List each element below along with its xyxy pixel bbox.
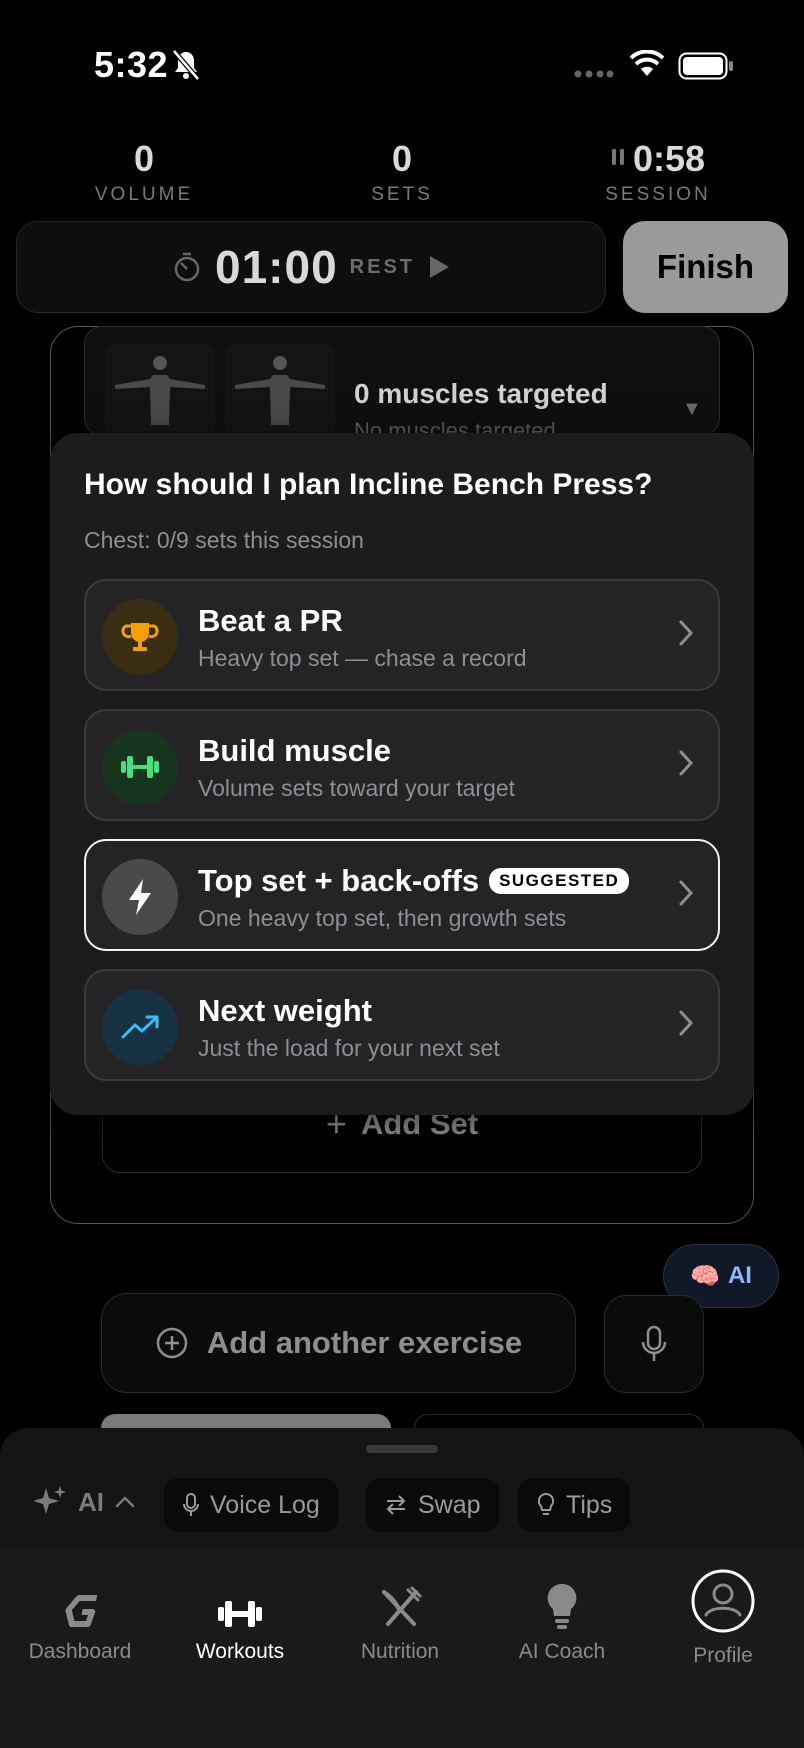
lightbulb-icon <box>547 1583 577 1629</box>
stat-sets: 0 SETS <box>302 138 502 206</box>
peek-button-left <box>101 1414 391 1428</box>
microphone-icon <box>641 1325 667 1361</box>
cellular-dots-icon <box>574 70 614 78</box>
sparkles-icon <box>33 1486 66 1514</box>
body-front-figure <box>105 345 215 435</box>
finish-button[interactable]: Finish <box>623 221 788 313</box>
lightbulb-icon <box>537 1492 555 1515</box>
chevron-right-icon <box>679 880 694 906</box>
stat-session-label: SESSION <box>605 184 711 205</box>
brain-icon: 🧠 <box>690 1262 720 1290</box>
stat-volume-value: 0 <box>133 138 155 179</box>
tab-ai-coach-label: AI Coach <box>518 1640 606 1663</box>
tab-profile-label: Profile <box>693 1644 753 1667</box>
swap-arrows-icon <box>386 1495 406 1515</box>
ai-toggle-label: AI <box>78 1486 104 1517</box>
option-build-muscle[interactable]: Build muscle Volume sets toward your tar… <box>84 709 720 821</box>
body-back-icon <box>235 356 325 425</box>
swap-label: Swap <box>418 1490 481 1519</box>
tab-nutrition[interactable]: Nutrition <box>320 1572 480 1664</box>
option-title: Next weight <box>198 993 372 1028</box>
option-title: Top set + back-offs <box>198 863 480 898</box>
play-icon[interactable] <box>427 254 451 280</box>
option-beat-pr[interactable]: Beat a PR Heavy top set — chase a record <box>84 579 720 691</box>
dumbbell-icon <box>102 729 178 805</box>
rest-timer[interactable]: 01:00 REST <box>16 221 606 313</box>
tab-ai-coach[interactable]: AI Coach <box>482 1572 642 1664</box>
stat-session-value: 0:58 <box>558 138 758 180</box>
option-description: One heavy top set, then growth sets <box>198 905 567 931</box>
option-title: Beat a PR <box>198 603 343 638</box>
plus-circle-icon <box>156 1327 188 1359</box>
option-title: Build muscle <box>198 733 391 768</box>
stat-sets-value: 0 <box>391 138 413 179</box>
peek-button-right <box>414 1414 704 1428</box>
chevron-right-icon <box>679 620 694 646</box>
option-next-weight[interactable]: Next weight Just the load for your next … <box>84 969 720 1081</box>
tab-workouts[interactable]: Workouts <box>160 1572 320 1664</box>
fork-knife-icon <box>382 1586 422 1626</box>
tab-nutrition-label: Nutrition <box>360 1640 440 1663</box>
battery-icon <box>678 52 733 80</box>
microphone-icon <box>183 1493 199 1516</box>
chevron-up-icon <box>115 1496 135 1508</box>
trophy-icon <box>102 599 178 675</box>
muscles-title: 0 muscles targeted <box>354 378 608 409</box>
popup-subtitle: Chest: 0/9 sets this session <box>84 527 364 553</box>
sheet-grabber[interactable] <box>366 1445 438 1453</box>
voice-log-label: Voice Log <box>210 1490 320 1519</box>
voice-log-chip[interactable]: Voice Log <box>164 1478 338 1532</box>
option-description: Volume sets toward your target <box>198 775 516 801</box>
tab-dashboard-label: Dashboard <box>28 1640 132 1663</box>
rest-time: 01:00 <box>215 241 338 293</box>
voice-input-button[interactable] <box>604 1295 704 1393</box>
chevron-right-icon <box>679 750 694 776</box>
logo-g-icon <box>65 1595 98 1627</box>
option-description: Just the load for your next set <box>198 1035 500 1061</box>
stat-volume: 0 VOLUME <box>44 138 244 206</box>
add-exercise-button[interactable]: Add another exercise <box>101 1293 576 1393</box>
pause-icon <box>611 149 624 165</box>
chevron-right-icon <box>679 1010 694 1036</box>
bolt-icon <box>102 859 178 935</box>
tab-workouts-label: Workouts <box>195 1640 285 1663</box>
bell-muted-icon <box>172 49 200 81</box>
tab-dashboard[interactable]: Dashboard <box>0 1572 160 1664</box>
stopwatch-icon <box>174 252 200 282</box>
tips-chip[interactable]: Tips <box>518 1478 631 1532</box>
stat-session[interactable]: 0:58 SESSION <box>558 138 758 206</box>
status-time: 5:32 <box>94 44 169 85</box>
option-top-set-back-offs[interactable]: Top set + back-offs SUGGESTED One heavy … <box>84 839 720 951</box>
trend-up-icon <box>102 989 178 1065</box>
popup-title: How should I plan Incline Bench Press? <box>84 468 653 501</box>
ai-pill-label: AI <box>727 1262 752 1289</box>
option-description: Heavy top set — chase a record <box>198 645 527 671</box>
body-front-icon <box>115 356 205 425</box>
rest-label: REST <box>349 255 415 278</box>
wifi-icon <box>629 50 665 76</box>
session-time: 0:58 <box>632 138 706 179</box>
dumbbell-icon <box>218 1601 262 1627</box>
expand-caret-icon[interactable]: ▼ <box>682 398 702 421</box>
profile-icon <box>691 1569 755 1633</box>
tips-label: Tips <box>566 1490 613 1519</box>
body-back-figure <box>225 345 335 435</box>
suggested-badge: SUGGESTED <box>489 868 630 894</box>
swap-chip[interactable]: Swap <box>366 1478 499 1532</box>
stat-volume-label: VOLUME <box>94 184 194 205</box>
tab-profile[interactable]: Profile <box>643 1569 803 1668</box>
stat-sets-label: SETS <box>371 184 433 205</box>
add-exercise-label: Add another exercise <box>206 1325 523 1360</box>
ai-toggle[interactable]: AI <box>32 1484 136 1520</box>
